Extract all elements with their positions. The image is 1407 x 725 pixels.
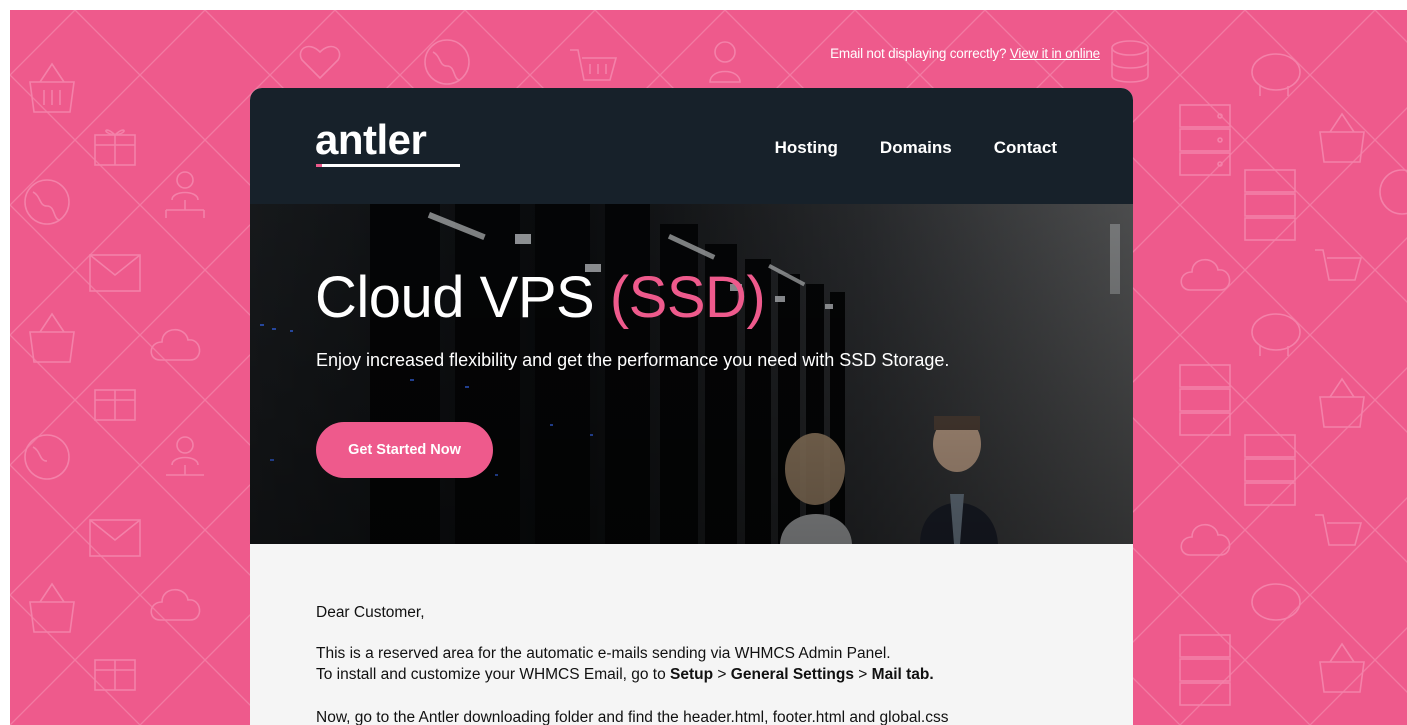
preheader-text: Email not displaying correctly? <box>830 46 1007 61</box>
preheader: Email not displaying correctly? View it … <box>780 46 1100 61</box>
header-nav: Hosting Domains Contact <box>733 138 1057 158</box>
logo-underline <box>316 164 460 167</box>
email-card: antler Hosting Domains Contact Cloud VPS… <box>250 88 1133 725</box>
body-line-2: To install and customize your WHMCS Emai… <box>316 664 1076 685</box>
hero-title: Cloud VPS (SSD) <box>315 264 766 331</box>
hero-subtitle: Enjoy increased flexibility and get the … <box>316 350 950 370</box>
hero-title-main: Cloud VPS <box>315 265 595 330</box>
nav-contact[interactable]: Contact <box>994 138 1057 158</box>
get-started-button[interactable]: Get Started Now <box>316 422 493 478</box>
email-body: Dear Customer, This is a reserved area f… <box>316 544 1076 725</box>
greeting: Dear Customer, <box>316 604 425 621</box>
body-line-1: This is a reserved area for the automati… <box>316 645 891 662</box>
nav-domains[interactable]: Domains <box>880 138 952 158</box>
path-separator-2: > <box>858 666 868 683</box>
view-online-link[interactable]: View it in online <box>1010 46 1100 61</box>
email-background: Email not displaying correctly? View it … <box>10 10 1407 725</box>
body-line-2-prefix: To install and customize your WHMCS Emai… <box>316 666 666 683</box>
nav-hosting[interactable]: Hosting <box>775 138 838 158</box>
path-mail-tab: Mail tab. <box>871 666 934 683</box>
logo-accent-dot <box>316 164 322 167</box>
hero-background-image <box>250 204 1133 544</box>
path-setup: Setup <box>670 666 714 683</box>
antler-logo[interactable]: antler <box>315 116 427 164</box>
path-general-settings: General Settings <box>730 666 854 683</box>
hero-banner: Cloud VPS (SSD) Enjoy increased flexibil… <box>250 204 1133 544</box>
email-header: antler Hosting Domains Contact <box>250 88 1133 204</box>
hero-title-accent: (SSD) <box>609 265 766 330</box>
path-separator-1: > <box>717 666 727 683</box>
body-line-3: Now, go to the Antler downloading folder… <box>316 709 949 725</box>
